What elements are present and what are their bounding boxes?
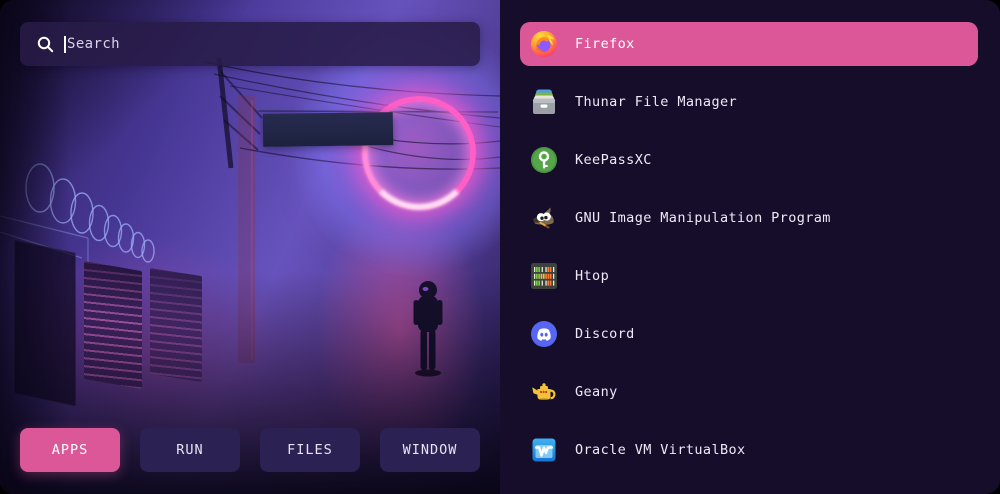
list-item-thunar[interactable]: Thunar File Manager xyxy=(520,80,978,124)
htop-meters-icon xyxy=(530,262,558,290)
app-launcher-window: Search APPS RUN FILES WINDOW xyxy=(0,0,1000,494)
app-list-panel: Firefox Thunar File Manager xyxy=(500,0,1000,494)
search-placeholder: Search xyxy=(67,36,120,52)
search-input[interactable]: Search xyxy=(20,22,480,66)
keepassxc-icon xyxy=(530,146,558,174)
app-name: KeePassXC xyxy=(575,152,652,168)
thunar-file-manager-icon xyxy=(530,88,558,116)
app-name: Discord xyxy=(575,326,635,342)
list-item-htop[interactable]: Htop xyxy=(520,254,978,298)
app-name: Firefox xyxy=(575,36,635,52)
list-item-firefox[interactable]: Firefox xyxy=(520,22,978,66)
virtualbox-icon xyxy=(530,436,558,464)
tab-run[interactable]: RUN xyxy=(140,428,240,472)
list-item-virtualbox[interactable]: Oracle VM VirtualBox xyxy=(520,428,978,472)
list-item-discord[interactable]: Discord xyxy=(520,312,978,356)
mode-tabs: APPS RUN FILES WINDOW xyxy=(20,428,480,472)
gimp-wilber-icon xyxy=(530,204,558,232)
search-icon xyxy=(36,35,54,53)
tab-apps[interactable]: APPS xyxy=(20,428,120,472)
app-name: Htop xyxy=(575,268,609,284)
firefox-icon xyxy=(530,30,558,58)
wallpaper-vignette xyxy=(0,0,500,494)
geany-teapot-icon xyxy=(530,378,558,406)
tab-window[interactable]: WINDOW xyxy=(380,428,480,472)
tab-files[interactable]: FILES xyxy=(260,428,360,472)
app-name: Thunar File Manager xyxy=(575,94,737,110)
left-panel: Search APPS RUN FILES WINDOW xyxy=(0,0,500,494)
list-item-geany[interactable]: Geany xyxy=(520,370,978,414)
app-name: Oracle VM VirtualBox xyxy=(575,442,746,458)
list-item-keepassxc[interactable]: KeePassXC xyxy=(520,138,978,182)
text-caret xyxy=(64,36,66,53)
list-item-gimp[interactable]: GNU Image Manipulation Program xyxy=(520,196,978,240)
discord-icon xyxy=(530,320,558,348)
app-name: Geany xyxy=(575,384,618,400)
app-name: GNU Image Manipulation Program xyxy=(575,210,831,226)
